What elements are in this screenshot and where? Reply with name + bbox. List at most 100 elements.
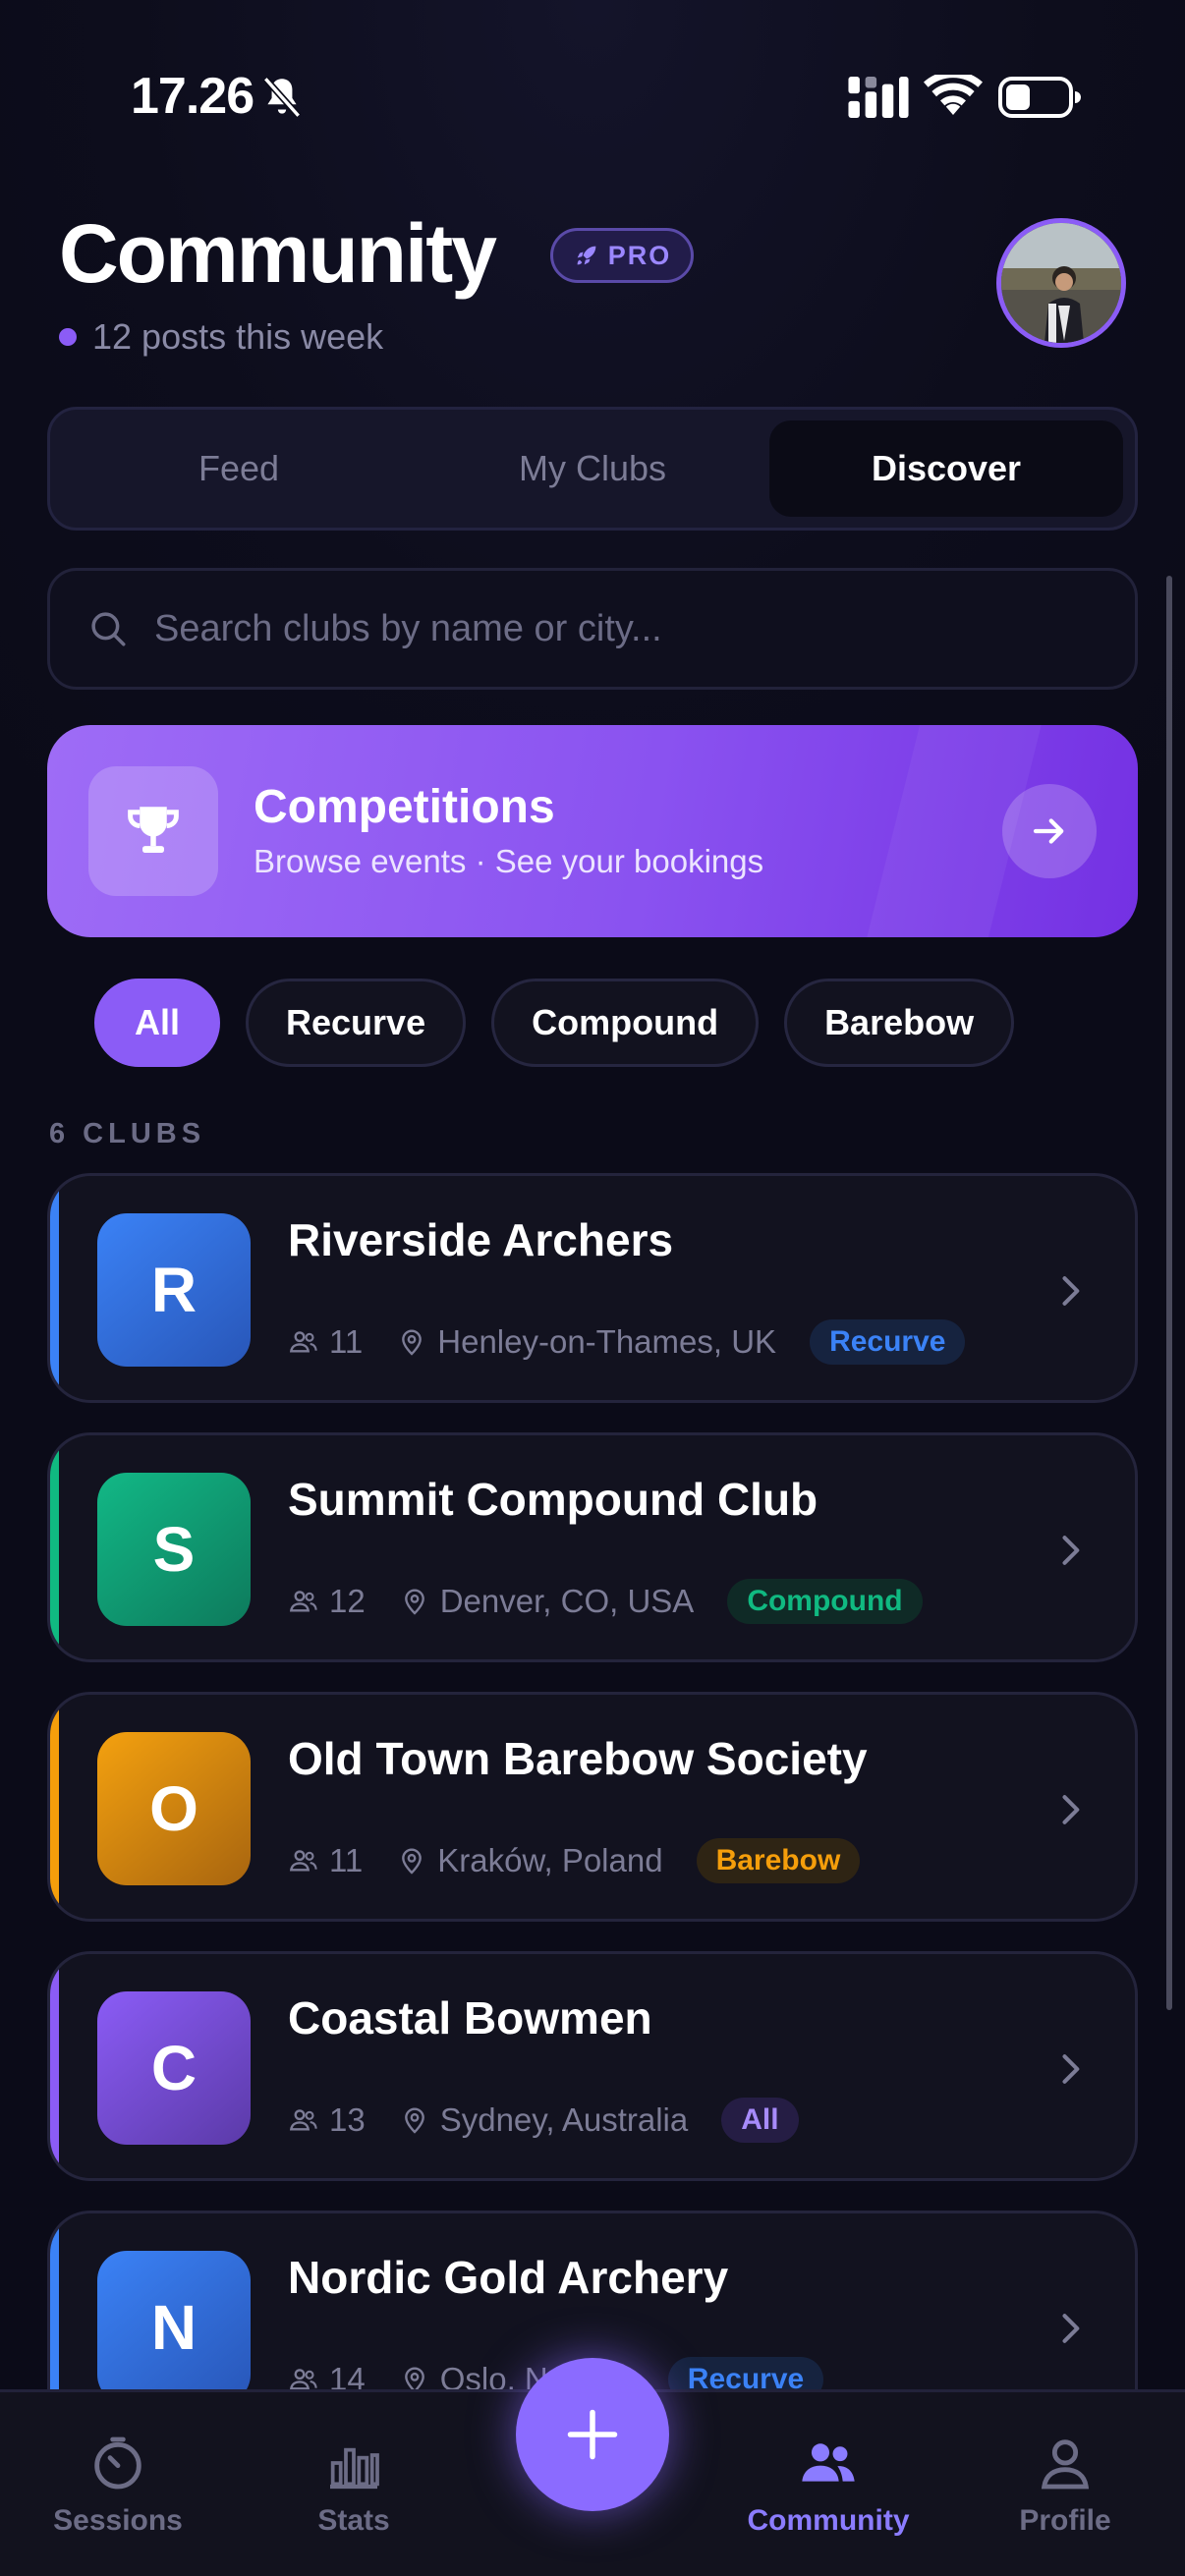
location-pin-icon [402,1329,423,1356]
club-logo: S [97,1473,251,1626]
club-type-badge: Recurve [667,2357,824,2391]
pro-badge-label: PRO [607,240,672,270]
search-icon [91,612,126,646]
add-button[interactable] [516,2358,669,2511]
club-meta: 12 Denver, CO, USA Compound [288,1579,923,1624]
filter-chip-recurve[interactable]: Recurve [246,979,467,1067]
club-logo: R [97,1213,251,1367]
tab-my-clubs[interactable]: My Clubs [416,420,769,517]
location-pin-icon [404,1589,424,1615]
activity-summary: 12 posts this week [59,316,383,358]
timer-icon [94,2436,141,2490]
club-member-count: 12 [329,1583,366,1619]
chevron-right-icon [1062,1536,1080,1565]
scrollbar[interactable] [1166,576,1172,2010]
chevron-right-icon [1062,1276,1080,1306]
nav-item-sessions[interactable]: Sessions [20,2432,216,2538]
rocket-icon [577,246,596,265]
nav-item-community[interactable]: Community [730,2432,927,2538]
club-name: Riverside Archers [288,1214,674,1265]
person-icon [1041,2439,1090,2490]
tab-feed[interactable]: Feed [62,420,416,517]
people-icon [802,2443,855,2482]
club-city: Sydney, Australia [439,2101,689,2138]
club-accent-stripe [50,2213,59,2391]
club-accent-stripe [50,1954,59,2178]
chevron-right-icon [1062,1795,1080,1824]
activity-dot-icon [59,328,77,346]
pro-badge: PRO [550,228,694,283]
club-logo: N [97,2251,251,2391]
filter-chip-barebow[interactable]: Barebow [784,979,1015,1067]
club-type-badge: Barebow [696,1838,861,1883]
club-meta: 11 Henley-on-Thames, UK Recurve [288,1319,966,1365]
filter-chip-compound[interactable]: Compound [491,979,760,1067]
bow-type-filters: All Recurve Compound Barebow [94,979,1015,1067]
club-name: Nordic Gold Archery [288,2252,729,2303]
club-city: Kraków, Poland [437,1842,663,1878]
club-member-count: 14 [329,2361,366,2391]
club-card[interactable]: C Coastal Bowmen 13 Sydney, Australia Al… [47,1951,1138,2181]
page-title: Community [59,207,497,300]
location-pin-icon [402,1848,423,1875]
nav-label-sessions: Sessions [53,2504,183,2537]
bell-muted-icon [262,77,302,118]
club-search-input[interactable] [154,607,1039,650]
competitions-title: Competitions [254,781,555,833]
club-accent-stripe [50,1435,59,1659]
bar-chart-icon [330,2447,379,2490]
wifi-icon [924,75,983,115]
club-accent-stripe [50,1695,59,1919]
plus-icon [567,2409,618,2460]
club-card[interactable]: R Riverside Archers 11 Henley-on-Thames,… [47,1173,1138,1403]
activity-summary-text: 12 posts this week [92,316,384,357]
members-icon [289,1850,317,1872]
nav-item-stats[interactable]: Stats [255,2432,452,2538]
cellular-signal-icon [848,77,909,118]
club-member-count: 11 [329,1842,364,1878]
club-list: R Riverside Archers 11 Henley-on-Thames,… [47,1173,1138,2391]
nav-label-profile: Profile [1019,2504,1111,2537]
club-logo: O [97,1732,251,1885]
club-card[interactable]: S Summit Compound Club 12 Denver, CO, US… [47,1432,1138,1662]
club-type-badge: All [721,2098,799,2143]
clubs-count-label: 6 CLUBS [49,1118,206,1149]
location-pin-icon [404,2367,424,2391]
club-name: Coastal Bowmen [288,1992,652,2044]
location-pin-icon [404,2107,424,2134]
tab-discover[interactable]: Discover [769,420,1123,517]
chevron-right-icon [1062,2054,1080,2084]
competitions-arrow-button[interactable] [1002,784,1097,878]
club-card[interactable]: O Old Town Barebow Society 11 Kraków, Po… [47,1692,1138,1922]
competitions-subtitle: Browse events · See your bookings [254,843,764,879]
avatar-photo-icon [1001,223,1121,343]
user-avatar[interactable] [996,218,1126,348]
club-meta: 13 Sydney, Australia All [288,2098,799,2143]
club-member-count: 11 [329,1323,364,1360]
arrow-right-icon [1033,818,1064,844]
filter-chip-all[interactable]: All [94,979,221,1067]
members-icon [289,1591,317,1612]
members-icon [289,1331,317,1353]
nav-label-community: Community [747,2504,910,2537]
club-meta: 11 Kraków, Poland Barebow [288,1838,861,1883]
club-name: Summit Compound Club [288,1474,818,1525]
nav-label-stats: Stats [317,2504,390,2537]
competitions-banner[interactable]: Competitions Browse events · See your bo… [47,725,1138,937]
club-type-badge: Compound [727,1579,923,1624]
status-bar: 17.26 [0,59,1185,138]
trophy-tile [88,766,218,896]
status-time: 17.26 [131,68,254,125]
trophy-icon [128,807,179,853]
club-type-badge: Recurve [810,1319,966,1365]
community-tabs: Feed My Clubs Discover [47,407,1138,531]
battery-icon [998,77,1081,118]
club-member-count: 13 [329,2101,366,2138]
club-search-bar[interactable] [47,568,1138,690]
nav-item-profile[interactable]: Profile [967,2432,1163,2538]
club-accent-stripe [50,1176,59,1400]
members-icon [289,2369,317,2390]
club-city: Denver, CO, USA [439,1583,695,1619]
members-icon [289,2109,317,2131]
chevron-right-icon [1062,2314,1080,2343]
